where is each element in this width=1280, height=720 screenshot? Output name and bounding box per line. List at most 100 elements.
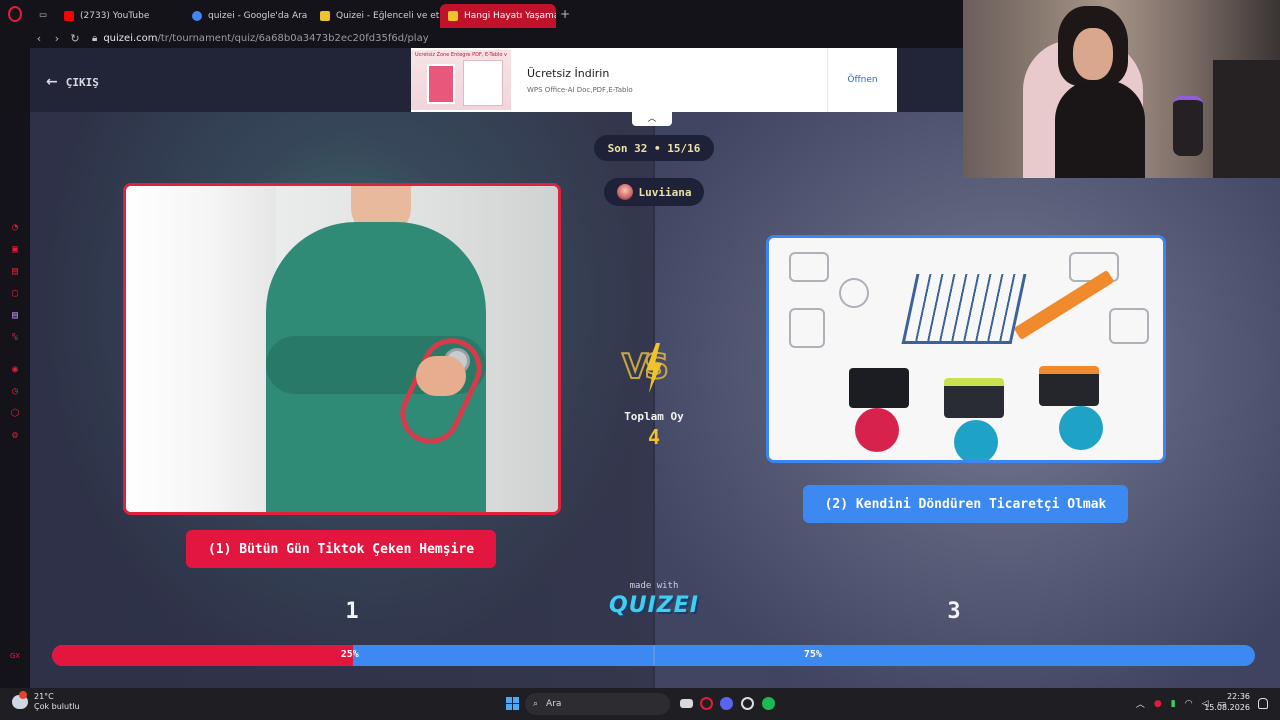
quizei-favicon-icon <box>320 11 330 21</box>
player-icon[interactable]: ◉ <box>9 364 21 376</box>
laptop-image <box>1039 366 1099 406</box>
tab-label: Quizei - Eğlenceli ve etkile <box>336 11 440 21</box>
taskbar: 21°C Çok bulutlu ⌕ Ara ︿ ● ▮ ◠ ◁ ▭ 22:36… <box>0 688 1280 720</box>
person-image <box>855 408 899 452</box>
tab-quizei-home[interactable]: Quizei - Eğlenceli ve etkile <box>312 4 440 28</box>
shopping-cart-image <box>901 274 1027 344</box>
notification-bell-icon[interactable] <box>1258 698 1268 709</box>
new-tab-plus-icon[interactable]: + <box>560 7 570 21</box>
ad-banner[interactable]: Ücretsiz Zone Entegre PDF, E-Tablo ve Wo… <box>411 48 897 112</box>
url-path: /tr/tournament/quiz/6a68b0a3473b2ec20fd3… <box>157 32 429 44</box>
tab-label: (2733) YouTube <box>80 11 150 21</box>
webcam-streamer <box>1055 80 1145 178</box>
cloudy-weather-icon <box>12 690 28 709</box>
browser-sidebar: ◔ ▣ ▤ ▢ ▤ % ◉ ◷ ⬡ ⚙ GX <box>0 48 30 688</box>
tab-label: Hangi Hayatı Yaşamak İster <box>464 11 556 21</box>
chevron-up-icon[interactable]: ︿ <box>1136 697 1145 710</box>
google-favicon-icon <box>192 11 202 21</box>
option-2-vote-count: 3 <box>947 599 961 624</box>
illustration-doodle <box>789 252 829 282</box>
opera-gx-icon[interactable] <box>700 697 713 710</box>
search-icon: ⌕ <box>533 699 539 709</box>
settings-gear-icon[interactable]: ⚙ <box>9 430 21 442</box>
weather-widget[interactable]: 21°C Çok bulutlu <box>12 690 80 711</box>
ad-title: Ücretsiz İndirin <box>527 66 610 80</box>
tab-islands-icon[interactable]: ▭ <box>30 0 56 28</box>
url-host: quizei.com <box>103 32 158 44</box>
browser-tab-bar: ▭ (2733) YouTube quizei - Google'da Ara … <box>0 0 963 28</box>
user-badge: Luviiana <box>604 178 704 206</box>
vote-share-bar: 25% 75% <box>52 645 1255 666</box>
quizei-logo[interactable]: QUIZEI <box>594 593 714 618</box>
extensions-icon[interactable]: ⬡ <box>9 408 21 420</box>
search-label: Ara <box>546 699 562 709</box>
total-votes-value: 4 <box>647 425 661 449</box>
twitch-icon[interactable]: ▤ <box>9 310 21 322</box>
photo-window-light <box>126 186 276 512</box>
mail-icon[interactable]: ▢ <box>9 288 21 300</box>
webcam-streamer <box>1073 28 1113 80</box>
option-2-label[interactable]: (2) Kendini Döndüren Ticaretçi Olmak <box>803 485 1128 523</box>
forward-arrow-icon[interactable]: › <box>48 32 66 45</box>
exit-label: ÇIKIŞ <box>65 75 99 89</box>
shopping-icon[interactable]: ▣ <box>9 244 21 256</box>
clock[interactable]: 22:36 15.08.2026 <box>1204 692 1250 714</box>
exit-button[interactable]: ← ÇIKIŞ <box>46 74 99 90</box>
option-2-percent: 75% <box>803 649 822 660</box>
tab-google-search[interactable]: quizei - Google'da Ara <box>184 4 312 28</box>
tab-label: quizei - Google'da Ara <box>208 11 308 21</box>
illustration-doodle <box>1109 308 1149 344</box>
laptop-image <box>944 378 1004 418</box>
webcam-microphone <box>1173 96 1203 156</box>
date: 15.08.2026 <box>1204 702 1250 712</box>
webcam-shelf <box>1213 60 1280 178</box>
taskbar-search[interactable]: ⌕ Ara <box>525 693 670 715</box>
option-1-percent: 25% <box>340 649 359 660</box>
option-2-card[interactable] <box>766 235 1166 463</box>
gx-label-icon: GX <box>9 652 21 660</box>
ad-thumbnail: Ücretsiz Zone Entegre PDF, E-Tablo ve Wo… <box>411 50 511 110</box>
time: 22:36 <box>1226 692 1250 701</box>
bar-midline <box>653 645 655 666</box>
messenger-icon[interactable]: ▤ <box>9 266 21 278</box>
made-with-label: made with <box>629 581 679 591</box>
windows-start-icon[interactable] <box>506 697 519 710</box>
laptop-image <box>849 368 909 408</box>
microphone-icon[interactable]: ▮ <box>1171 699 1176 709</box>
ad-open-button[interactable]: Öffnen <box>827 48 897 112</box>
temperature: 21°C <box>34 692 54 701</box>
arrow-left-icon: ← <box>46 74 58 90</box>
avatar <box>616 184 633 200</box>
person-image <box>1059 406 1103 450</box>
versus-icon: VS <box>621 343 686 395</box>
obs-icon[interactable] <box>741 697 754 710</box>
opera-logo-icon[interactable] <box>0 0 30 28</box>
lock-icon: 🔒︎ <box>92 32 98 44</box>
webcam-overlay <box>963 0 1280 178</box>
total-votes-label: Toplam Oy <box>624 410 684 423</box>
spotify-icon[interactable] <box>762 697 775 710</box>
reload-icon[interactable]: ↻ <box>66 32 84 45</box>
round-indicator: Son 32 • 15/16 <box>594 135 714 161</box>
option-1-card[interactable] <box>123 183 561 515</box>
tab-youtube[interactable]: (2733) YouTube <box>56 4 184 28</box>
youtube-favicon-icon <box>64 11 74 21</box>
aria-icon[interactable]: ◔ <box>9 222 21 234</box>
user-name: Luviiana <box>638 185 692 199</box>
option-1-vote-count: 1 <box>345 599 359 624</box>
option-1-label[interactable]: (1) Bütün Gün Tiktok Çeken Hemşire <box>186 530 496 568</box>
weather-condition: Çok bulutlu <box>34 701 80 711</box>
back-arrow-icon[interactable]: ‹ <box>30 32 48 45</box>
ad-collapse-chevron-up-icon[interactable]: ︿ <box>632 112 672 126</box>
discord-icon[interactable] <box>720 697 733 710</box>
file-explorer-icon[interactable] <box>680 699 693 708</box>
ad-doc-image <box>427 64 455 104</box>
tab-quiz-active[interactable]: Hangi Hayatı Yaşamak İster <box>440 4 556 28</box>
wifi-icon[interactable]: ◠ <box>1185 699 1193 709</box>
history-clock-icon[interactable]: ◷ <box>9 386 21 398</box>
url-field[interactable]: 🔒︎ quizei.com/tr/tournament/quiz/6a68b0a… <box>92 33 429 44</box>
percent-icon[interactable]: % <box>9 332 21 344</box>
quizei-favicon-icon <box>448 11 458 21</box>
app-tray-icon[interactable]: ● <box>1154 699 1162 709</box>
ad-thumbnail-title: Ücretsiz Zone Entegre PDF, E-Tablo ve Wo… <box>415 52 507 58</box>
